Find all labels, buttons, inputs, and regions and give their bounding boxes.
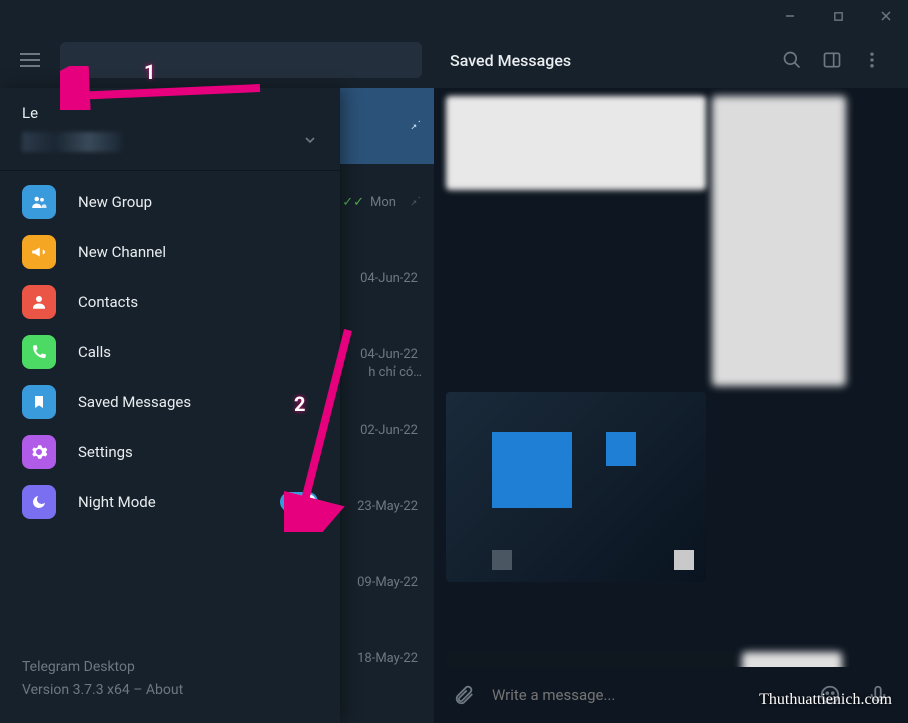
media-thumbnail[interactable] <box>446 392 706 582</box>
maximize-button[interactable] <box>824 2 852 30</box>
media-thumbnail[interactable] <box>742 652 842 667</box>
menu-contacts[interactable]: Contacts <box>0 277 340 327</box>
menu-label: New Group <box>78 193 318 211</box>
close-button[interactable] <box>872 2 900 30</box>
account-section[interactable]: Le <box>0 88 340 166</box>
more-icon[interactable] <box>852 40 892 80</box>
left-panel: ✓✓ Mon 04-Jun-22 04-Jun-22 h chỉ có… 02-… <box>0 32 434 723</box>
bookmark-icon <box>22 385 56 419</box>
menu-label: Saved Messages <box>78 393 318 411</box>
account-phone-blurred <box>22 132 122 152</box>
chat-date: 18-May-22 <box>357 651 418 666</box>
menu-calls[interactable]: Calls <box>0 327 340 377</box>
version-line[interactable]: Version 3.7.3 x64 – About <box>22 679 318 701</box>
chat-title[interactable]: Saved Messages <box>450 51 772 70</box>
drawer-footer: Telegram Desktop Version 3.7.3 x64 – Abo… <box>0 640 340 723</box>
read-checks-icon: ✓✓ <box>342 195 364 210</box>
person-icon <box>22 285 56 319</box>
left-header <box>0 32 434 88</box>
account-name: Le <box>22 104 318 122</box>
chat-date: 23-May-22 <box>357 499 418 514</box>
menu-label: Night Mode <box>78 493 258 511</box>
media-thumbnail[interactable] <box>446 96 706 190</box>
megaphone-icon <box>22 235 56 269</box>
window-titlebar <box>0 0 908 32</box>
chat-snippet: h chỉ có… <box>368 365 422 380</box>
main-menu-drawer: Le New Group New Channel <box>0 88 340 723</box>
pin-icon <box>408 193 422 211</box>
app-name: Telegram Desktop <box>22 656 318 678</box>
menu-button[interactable] <box>12 42 48 78</box>
menu-saved-messages[interactable]: Saved Messages <box>0 377 340 427</box>
phone-icon <box>22 335 56 369</box>
search-input[interactable] <box>60 42 422 78</box>
menu-new-group[interactable]: New Group <box>0 177 340 227</box>
sidebar-toggle-icon[interactable] <box>812 40 852 80</box>
menu-night-mode[interactable]: Night Mode <box>0 477 340 527</box>
chat-date: 09-May-22 <box>357 575 418 590</box>
pin-icon <box>408 117 422 135</box>
attach-icon[interactable] <box>444 675 484 715</box>
menu-label: Settings <box>78 443 318 461</box>
messages-area[interactable] <box>434 88 908 667</box>
chat-date: 04-Jun-22 <box>360 347 418 362</box>
menu-label: Calls <box>78 343 318 361</box>
search-icon[interactable] <box>772 40 812 80</box>
divider <box>0 170 340 171</box>
message-input[interactable] <box>492 686 802 704</box>
chat-date: 04-Jun-22 <box>360 271 418 286</box>
chevron-down-icon[interactable] <box>302 132 318 152</box>
media-thumbnail[interactable] <box>446 652 736 667</box>
moon-icon <box>22 485 56 519</box>
night-mode-toggle[interactable] <box>280 492 318 512</box>
menu-label: Contacts <box>78 293 318 311</box>
menu-settings[interactable]: Settings <box>0 427 340 477</box>
menu-label: New Channel <box>78 243 318 261</box>
chat-panel: Saved Messages <box>434 32 908 723</box>
watermark: Thuthuattienich.com <box>759 691 892 709</box>
minimize-button[interactable] <box>776 2 804 30</box>
chat-header: Saved Messages <box>434 32 908 88</box>
menu-new-channel[interactable]: New Channel <box>0 227 340 277</box>
chat-date: 02-Jun-22 <box>360 423 418 438</box>
chat-date: Mon <box>370 195 396 210</box>
gear-icon <box>22 435 56 469</box>
group-icon <box>22 185 56 219</box>
media-thumbnail[interactable] <box>712 96 846 386</box>
toggle-knob <box>300 494 316 510</box>
